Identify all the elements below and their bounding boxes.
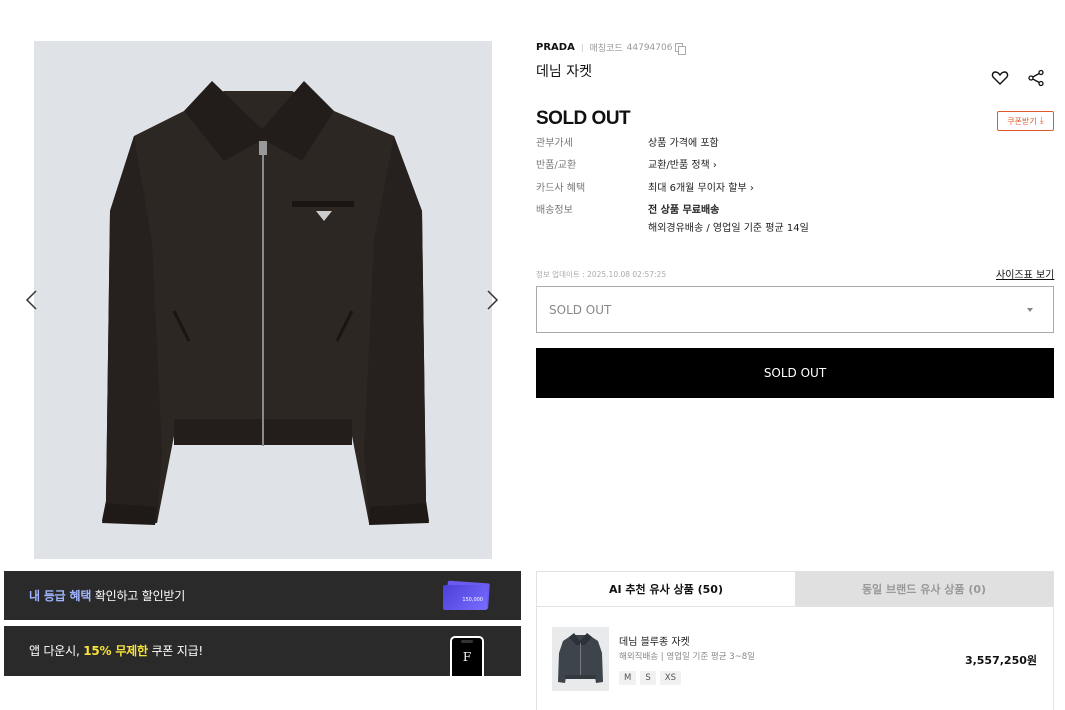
share-icon bbox=[1028, 69, 1044, 87]
size-chip: M bbox=[619, 671, 637, 685]
copy-icon[interactable] bbox=[675, 42, 687, 55]
card-amount: 150,000 bbox=[443, 585, 487, 610]
info-label: 관부가세 bbox=[536, 138, 573, 149]
jacket-image bbox=[34, 41, 492, 559]
recommended-product-price: 3,557,250원 bbox=[964, 654, 1037, 667]
recommendation-tabs: AI 추천 유사 상품 (50) 동일 브랜드 유사 상품 (0) bbox=[537, 572, 1053, 606]
info-label: 반품/교환 bbox=[536, 160, 577, 171]
update-time: 정보 업데이트 : 2025.10.08 02:57:25 bbox=[536, 270, 667, 279]
option-select-value: SOLD OUT bbox=[549, 303, 612, 317]
membership-banner[interactable]: 내 등급 혜택 확인하고 할인받기 150,000 bbox=[4, 571, 521, 620]
recommended-product-shipping: 해외직배송 | 영업일 기준 평균 3~8일 bbox=[619, 652, 755, 662]
coupon-button[interactable]: 쿠폰받기 ⤓ bbox=[997, 111, 1054, 131]
banner-highlight: 15% 무제한 bbox=[83, 644, 148, 658]
product-name: 데님 자켓 bbox=[536, 64, 592, 80]
return-policy-link[interactable]: 교환/반품 정책 › bbox=[648, 156, 717, 171]
recommended-product[interactable]: 데님 블루종 자켓 해외직배송 | 영업일 기준 평균 3~8일 M S XS … bbox=[537, 606, 1053, 710]
sold-out-button[interactable]: SOLD OUT bbox=[536, 348, 1054, 398]
info-value: 상품 가격에 포함 bbox=[648, 138, 719, 149]
banner-highlight: 내 등급 혜택 bbox=[29, 589, 92, 603]
size-guide-link[interactable]: 사이즈표 보기 bbox=[996, 266, 1054, 281]
size-chips: M S XS bbox=[619, 671, 681, 685]
app-download-banner[interactable]: 앱 다운시, 15% 무제한 쿠폰 지급! F bbox=[4, 626, 521, 676]
info-value-detail: 해외경유배송 / 영업일 기준 평균 14일 bbox=[648, 223, 809, 234]
gallery-prev-button[interactable] bbox=[22, 288, 42, 312]
coupon-label: 쿠폰받기 bbox=[1007, 116, 1037, 126]
coupon-card-graphic: 150,000 bbox=[443, 580, 491, 610]
card-benefit-link[interactable]: 최대 6개월 무이자 할부 › bbox=[648, 179, 754, 194]
option-select[interactable]: SOLD OUT bbox=[536, 286, 1054, 333]
info-value: 전 상품 무료배송 bbox=[648, 205, 720, 216]
info-label: 카드사 혜택 bbox=[536, 183, 586, 194]
size-chip: XS bbox=[659, 671, 681, 685]
recommended-product-name: 데님 블루종 자켓 bbox=[619, 637, 690, 648]
info-label: 배송정보 bbox=[536, 205, 573, 216]
tab-same-brand[interactable]: 동일 브랜드 유사 상품 (0) bbox=[795, 572, 1053, 606]
banner-text: 쿠폰 지급! bbox=[147, 644, 204, 658]
recommended-product-image bbox=[552, 627, 609, 691]
banner-text: 확인하고 할인받기 bbox=[91, 589, 186, 603]
brand-name[interactable]: PRADA bbox=[536, 42, 575, 53]
product-code: 44794706 bbox=[626, 42, 673, 53]
phone-icon: F bbox=[450, 636, 484, 676]
product-image[interactable] bbox=[34, 41, 492, 559]
banner-prefix: 앱 다운시, bbox=[29, 644, 84, 658]
divider: | bbox=[580, 43, 584, 52]
chevron-left-icon bbox=[25, 290, 37, 310]
app-logo: F bbox=[462, 650, 472, 664]
caret-down-icon bbox=[1027, 308, 1033, 312]
brand-row: PRADA | 매칭코드 44794706 bbox=[536, 41, 687, 55]
tab-ai-recommend[interactable]: AI 추천 유사 상품 (50) bbox=[537, 572, 795, 606]
download-icon: ⤓ bbox=[1039, 116, 1044, 126]
price: SOLD OUT bbox=[536, 108, 631, 129]
recommendation-panel: AI 추천 유사 상품 (50) 동일 브랜드 유사 상품 (0) 데님 블루종… bbox=[536, 571, 1054, 710]
wishlist-button[interactable] bbox=[990, 68, 1010, 88]
gallery-next-button[interactable] bbox=[482, 288, 502, 312]
code-label: 매칭코드 bbox=[589, 44, 623, 54]
share-button[interactable] bbox=[1026, 68, 1046, 88]
heart-icon bbox=[991, 71, 1009, 85]
chevron-right-icon bbox=[487, 290, 499, 310]
size-chip: S bbox=[640, 671, 656, 685]
